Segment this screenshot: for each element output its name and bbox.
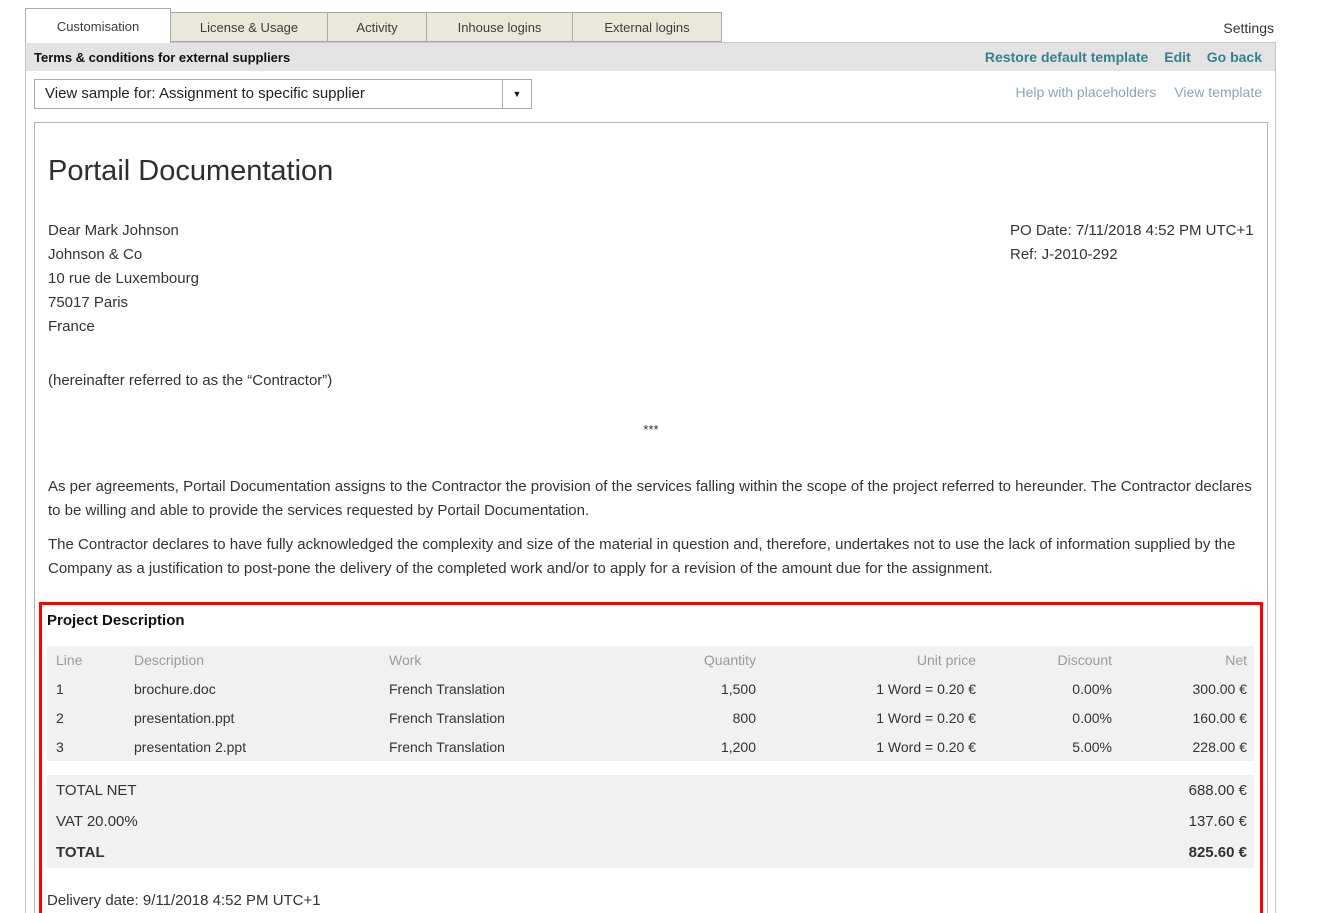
contractor-note: (hereinafter referred to as the “Contrac… bbox=[48, 369, 1254, 393]
cell-net: 300.00 € bbox=[1119, 677, 1254, 701]
line-items-table: Line Description Work Quantity Unit pric… bbox=[47, 646, 1254, 761]
cell-description: presentation 2.ppt bbox=[134, 735, 389, 759]
totals-table: TOTAL NET 688.00 € VAT 20.00% 137.60 € T… bbox=[47, 775, 1254, 868]
project-description-section: Project Description Line Description Wor… bbox=[39, 602, 1263, 913]
cell-quantity: 1,200 bbox=[641, 735, 763, 759]
po-info-block: PO Date: 7/11/2018 4:52 PM UTC+1 Ref: J-… bbox=[1010, 219, 1254, 267]
cell-line: 3 bbox=[47, 735, 134, 759]
chevron-down-icon[interactable]: ▼ bbox=[502, 80, 531, 108]
agreement-paragraph: The Contractor declares to have fully ac… bbox=[48, 533, 1254, 581]
column-header-net: Net bbox=[1119, 648, 1254, 672]
cell-work: French Translation bbox=[389, 735, 641, 759]
cell-unit-price: 1 Word = 0.20 € bbox=[763, 677, 983, 701]
tab-customisation[interactable]: Customisation bbox=[25, 8, 171, 43]
main-panel: Terms & conditions for external supplier… bbox=[25, 42, 1276, 913]
restore-default-template-link[interactable]: Restore default template bbox=[985, 49, 1148, 65]
recipient-line: France bbox=[48, 315, 1254, 339]
column-header-discount: Discount bbox=[983, 648, 1119, 672]
cell-work: French Translation bbox=[389, 706, 641, 730]
total-row: TOTAL 825.60 € bbox=[47, 837, 1254, 868]
header-actions: Restore default template Edit Go back bbox=[985, 49, 1262, 65]
po-date: PO Date: 7/11/2018 4:52 PM UTC+1 bbox=[1010, 219, 1254, 243]
recipient-line: 10 rue de Luxembourg bbox=[48, 267, 1254, 291]
total-value: 825.60 € bbox=[1189, 841, 1254, 865]
column-header-quantity: Quantity bbox=[641, 648, 763, 672]
table-header-row: Line Description Work Quantity Unit pric… bbox=[47, 646, 1254, 674]
cell-discount: 5.00% bbox=[983, 735, 1119, 759]
cell-description: brochure.doc bbox=[134, 677, 389, 701]
table-row: 2 presentation.ppt French Translation 80… bbox=[47, 703, 1254, 732]
cell-line: 2 bbox=[47, 706, 134, 730]
project-description-heading: Project Description bbox=[47, 612, 1254, 630]
recipient-block: Dear Mark Johnson Johnson & Co 10 rue de… bbox=[48, 219, 1254, 339]
tab-inhouse-logins[interactable]: Inhouse logins bbox=[426, 12, 573, 42]
view-sample-dropdown-value: View sample for: Assignment to specific … bbox=[35, 80, 502, 108]
cell-unit-price: 1 Word = 0.20 € bbox=[763, 706, 983, 730]
cell-description: presentation.ppt bbox=[134, 706, 389, 730]
template-preview: Portail Documentation Dear Mark Johnson … bbox=[34, 122, 1268, 913]
cell-net: 160.00 € bbox=[1119, 706, 1254, 730]
tab-license-usage[interactable]: License & Usage bbox=[170, 12, 328, 42]
settings-link[interactable]: Settings bbox=[1223, 20, 1274, 36]
total-net-label: TOTAL NET bbox=[47, 779, 1189, 803]
column-header-description: Description bbox=[134, 648, 389, 672]
toolbar: View sample for: Assignment to specific … bbox=[34, 79, 1267, 116]
table-row: 1 brochure.doc French Translation 1,500 … bbox=[47, 674, 1254, 703]
vat-value: 137.60 € bbox=[1189, 810, 1254, 834]
total-label: TOTAL bbox=[47, 841, 1189, 865]
go-back-link[interactable]: Go back bbox=[1207, 49, 1262, 65]
cell-work: French Translation bbox=[389, 677, 641, 701]
agreement-paragraph: As per agreements, Portail Documentation… bbox=[48, 475, 1254, 523]
column-header-line: Line bbox=[47, 648, 134, 672]
column-header-unit-price: Unit price bbox=[763, 648, 983, 672]
column-header-work: Work bbox=[389, 648, 641, 672]
delivery-date: Delivery date: 9/11/2018 4:52 PM UTC+1 bbox=[47, 892, 1254, 910]
panel-body: View sample for: Assignment to specific … bbox=[26, 71, 1275, 913]
cell-quantity: 1,500 bbox=[641, 677, 763, 701]
tab-external-logins[interactable]: External logins bbox=[572, 12, 722, 42]
top-bar: Customisation License & Usage Activity I… bbox=[0, 0, 1327, 42]
edit-link[interactable]: Edit bbox=[1164, 49, 1190, 65]
cell-discount: 0.00% bbox=[983, 706, 1119, 730]
page-title: Terms & conditions for external supplier… bbox=[34, 50, 290, 65]
total-net-value: 688.00 € bbox=[1189, 779, 1254, 803]
cell-unit-price: 1 Word = 0.20 € bbox=[763, 735, 983, 759]
recipient-line: 75017 Paris bbox=[48, 291, 1254, 315]
cell-discount: 0.00% bbox=[983, 677, 1119, 701]
total-net-row: TOTAL NET 688.00 € bbox=[47, 775, 1254, 806]
cell-line: 1 bbox=[47, 677, 134, 701]
section-separator: *** bbox=[48, 418, 1254, 442]
toolbar-links: Help with placeholders View template bbox=[1015, 84, 1262, 100]
table-row: 3 presentation 2.ppt French Translation … bbox=[47, 732, 1254, 761]
vat-row: VAT 20.00% 137.60 € bbox=[47, 806, 1254, 837]
view-template-link[interactable]: View template bbox=[1174, 84, 1262, 100]
document-title: Portail Documentation bbox=[48, 154, 1254, 188]
view-sample-dropdown[interactable]: View sample for: Assignment to specific … bbox=[34, 79, 532, 109]
cell-net: 228.00 € bbox=[1119, 735, 1254, 759]
section-header-bar: Terms & conditions for external supplier… bbox=[26, 43, 1275, 71]
tab-activity[interactable]: Activity bbox=[327, 12, 427, 42]
po-ref: Ref: J-2010-292 bbox=[1010, 243, 1254, 267]
cell-quantity: 800 bbox=[641, 706, 763, 730]
help-with-placeholders-link[interactable]: Help with placeholders bbox=[1015, 84, 1156, 100]
vat-label: VAT 20.00% bbox=[47, 810, 1189, 834]
